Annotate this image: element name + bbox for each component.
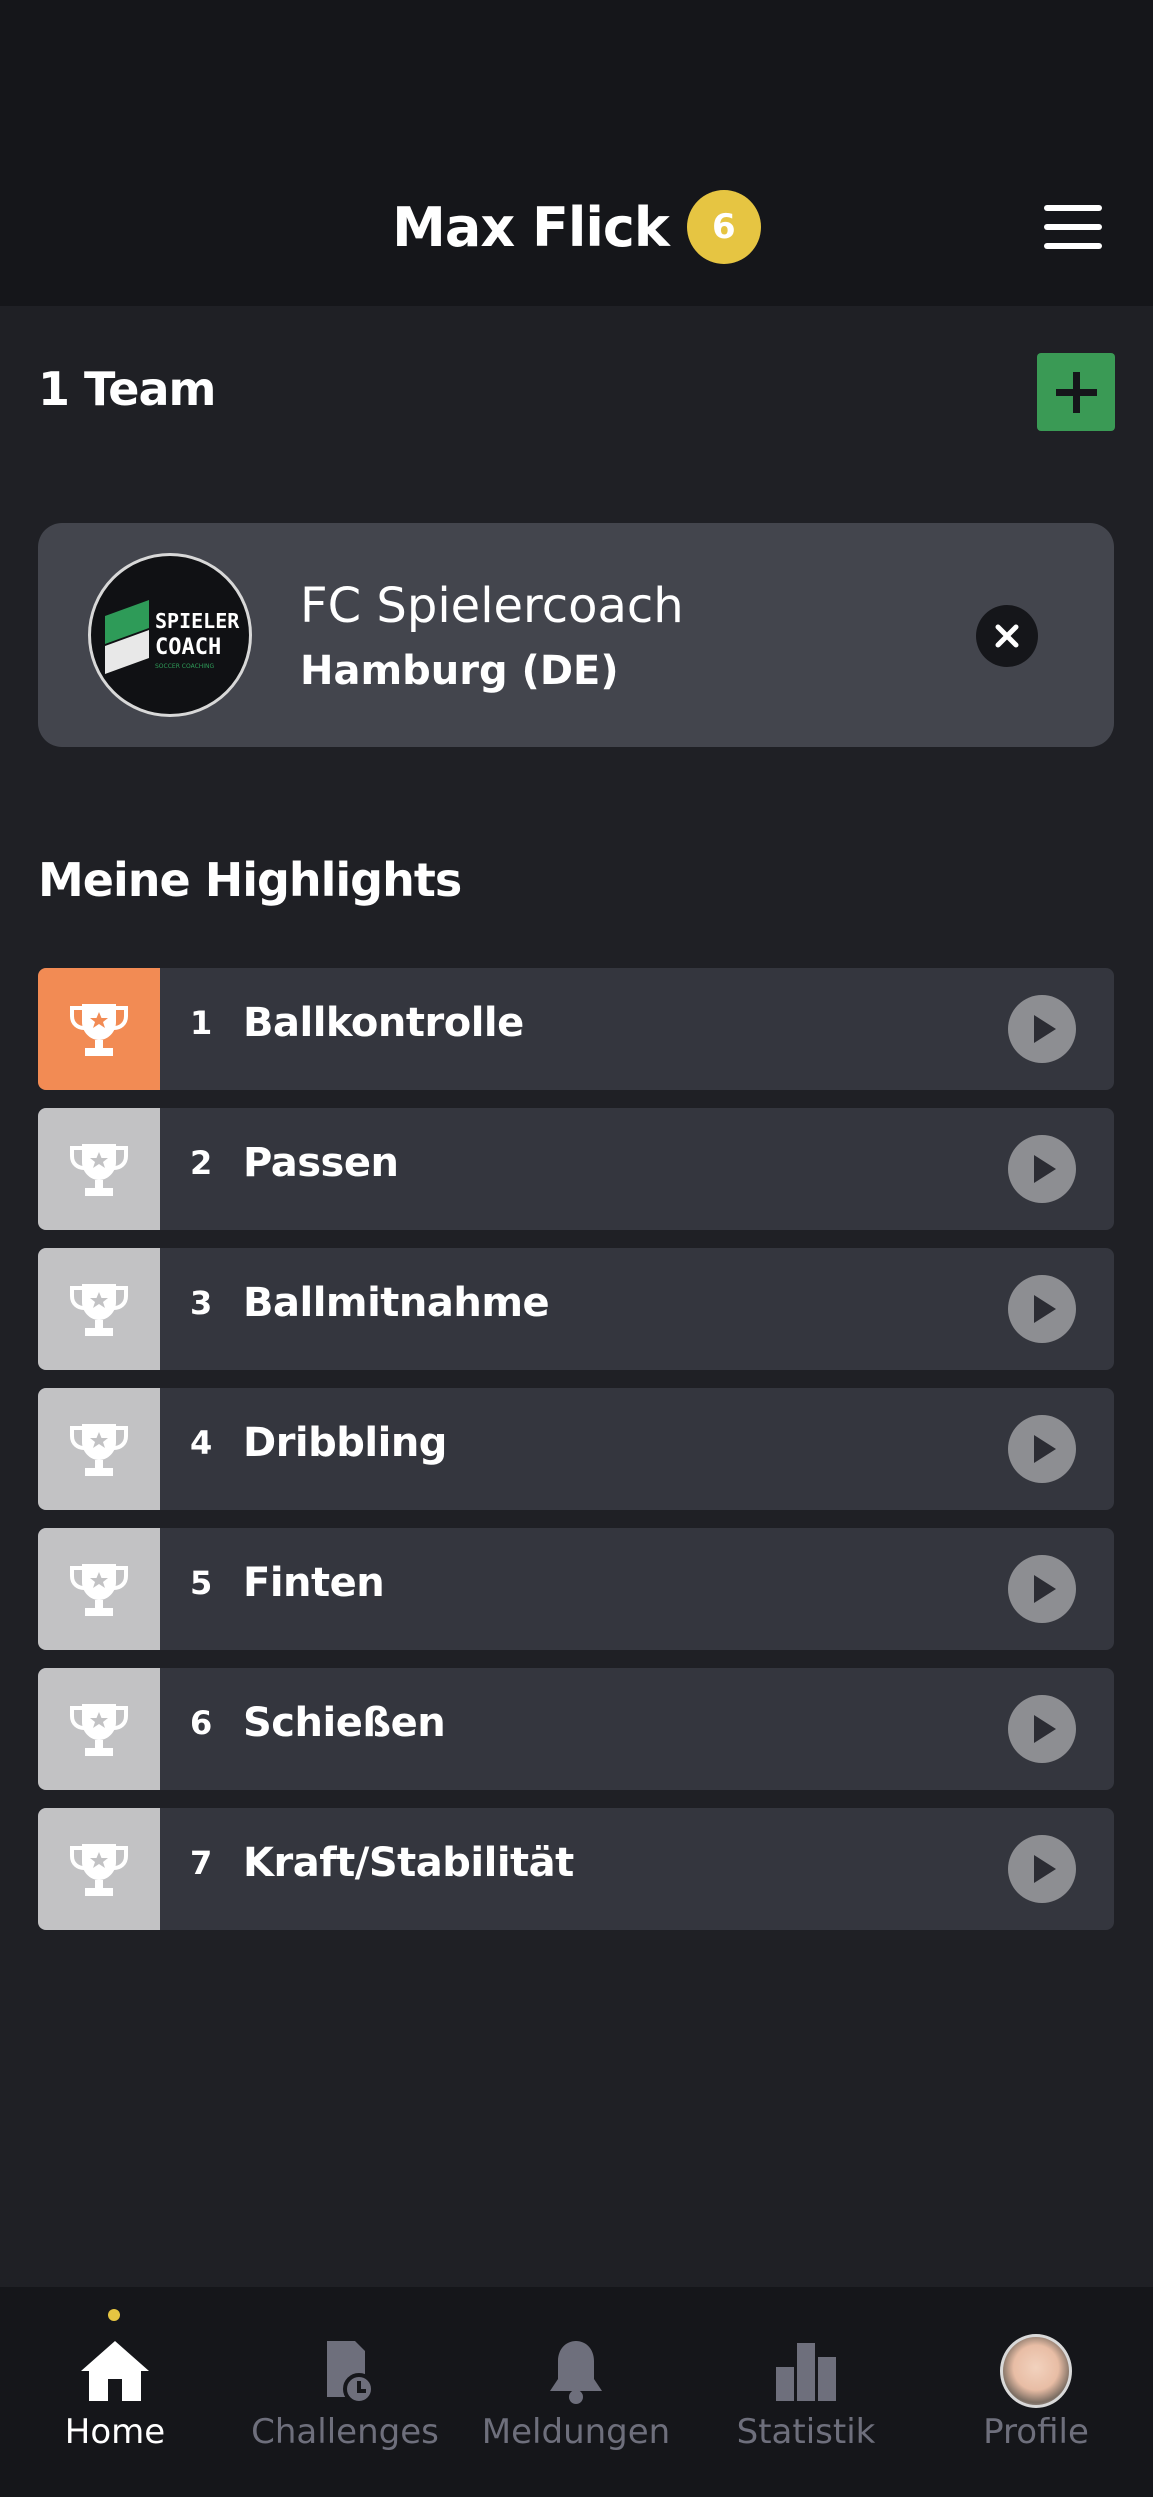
highlight-rank: 1 <box>190 1004 213 1042</box>
bell-icon <box>540 2335 612 2407</box>
logo-text-bottom: COACH <box>155 635 221 660</box>
nav-label-statistik: Statistik <box>736 2412 876 2452</box>
highlight-rank: 5 <box>190 1564 213 1602</box>
highlight-rank: 6 <box>190 1704 213 1742</box>
bar-chart-icon <box>770 2335 842 2407</box>
user-name: Max Flick <box>392 195 670 259</box>
nav-item-meldungen[interactable]: Meldungen <box>461 2287 691 2497</box>
trophy-icon <box>70 1564 128 1616</box>
trophy-icon <box>70 1144 128 1196</box>
highlight-row[interactable]: 5 Finten <box>38 1528 1114 1650</box>
highlight-rank: 7 <box>190 1844 213 1882</box>
play-button[interactable] <box>1008 1415 1076 1483</box>
highlight-label: Kraft/Stabilität <box>243 1840 574 1886</box>
highlight-row[interactable]: 3 Ballmitnahme <box>38 1248 1114 1370</box>
home-icon <box>79 2335 151 2407</box>
highlight-row[interactable]: 7 Kraft/Stabilität <box>38 1808 1114 1930</box>
plus-icon <box>1056 372 1097 413</box>
highlight-rank: 3 <box>190 1284 213 1322</box>
play-button[interactable] <box>1008 1135 1076 1203</box>
bottom-nav: Home Challenges Meldungen Statistik Prof… <box>0 2287 1153 2497</box>
trophy-icon <box>38 1108 160 1230</box>
menu-line <box>1044 224 1102 230</box>
trophy-icon <box>38 1388 160 1510</box>
play-button[interactable] <box>1008 1695 1076 1763</box>
highlights-heading: Meine Highlights <box>38 853 462 907</box>
play-icon <box>1034 1435 1056 1463</box>
highlight-label: Dribbling <box>243 1420 447 1466</box>
nav-label-challenges: Challenges <box>251 2412 439 2452</box>
trophy-icon <box>38 1528 160 1650</box>
level-badge: 6 <box>686 190 761 264</box>
nav-label-home: Home <box>64 2412 166 2452</box>
trophy-icon <box>70 1284 128 1336</box>
highlight-row[interactable]: 6 Schießen <box>38 1668 1114 1790</box>
highlight-rank: 2 <box>190 1144 213 1182</box>
teams-heading: 1 Team <box>38 362 216 416</box>
team-name: FC Spielercoach <box>300 578 684 634</box>
play-icon <box>1034 1855 1056 1883</box>
play-icon <box>1034 1015 1056 1043</box>
play-button[interactable] <box>1008 1275 1076 1343</box>
nav-item-challenges[interactable]: Challenges <box>230 2287 460 2497</box>
menu-line <box>1044 205 1102 211</box>
remove-team-button[interactable] <box>976 605 1038 667</box>
highlight-rank: 4 <box>190 1424 213 1462</box>
app-header: Max Flick 6 <box>0 0 1153 306</box>
trophy-icon <box>70 1004 128 1056</box>
play-icon <box>1034 1575 1056 1603</box>
highlight-label: Schießen <box>243 1700 446 1746</box>
nav-label-meldungen: Meldungen <box>481 2412 671 2452</box>
trophy-icon <box>38 968 160 1090</box>
highlight-label: Ballkontrolle <box>243 1000 524 1046</box>
trophy-icon <box>70 1704 128 1756</box>
trophy-icon <box>70 1844 128 1896</box>
team-logo: SPIELER COACH SOCCER COACHING <box>88 553 252 717</box>
play-icon <box>1034 1155 1056 1183</box>
play-icon <box>1034 1295 1056 1323</box>
highlight-label: Ballmitnahme <box>243 1280 550 1326</box>
nav-item-profile[interactable]: Profile <box>921 2287 1151 2497</box>
trophy-icon <box>38 1808 160 1930</box>
app-screen: Max Flick 6 1 Team SPIELER COACH SOCCER … <box>0 0 1153 2497</box>
logo-tagline: SOCCER COACHING <box>155 663 215 670</box>
highlight-row[interactable]: 2 Passen <box>38 1108 1114 1230</box>
challenges-icon <box>309 2335 381 2407</box>
play-button[interactable] <box>1008 995 1076 1063</box>
highlight-label: Passen <box>243 1140 399 1186</box>
close-icon <box>995 624 1019 648</box>
header-title: Max Flick 6 <box>0 190 1153 264</box>
play-button[interactable] <box>1008 1555 1076 1623</box>
add-team-button[interactable] <box>1037 353 1115 431</box>
trophy-icon <box>38 1248 160 1370</box>
logo-text-top: SPIELER <box>155 609 240 633</box>
team-card[interactable]: SPIELER COACH SOCCER COACHING FC Spieler… <box>38 523 1114 747</box>
highlight-label: Finten <box>243 1560 385 1606</box>
nav-item-statistik[interactable]: Statistik <box>691 2287 921 2497</box>
play-icon <box>1034 1715 1056 1743</box>
hamburger-menu-icon[interactable] <box>1044 205 1102 249</box>
active-indicator-dot <box>108 2309 120 2321</box>
avatar <box>1000 2334 1072 2408</box>
play-button[interactable] <box>1008 1835 1076 1903</box>
menu-line <box>1044 243 1102 249</box>
trophy-icon <box>38 1668 160 1790</box>
highlight-row[interactable]: 1 Ballkontrolle <box>38 968 1114 1090</box>
nav-item-home[interactable]: Home <box>0 2287 230 2497</box>
trophy-icon <box>70 1424 128 1476</box>
highlight-row[interactable]: 4 Dribbling <box>38 1388 1114 1510</box>
team-location: Hamburg (DE) <box>300 648 619 694</box>
nav-label-profile: Profile <box>983 2412 1089 2452</box>
